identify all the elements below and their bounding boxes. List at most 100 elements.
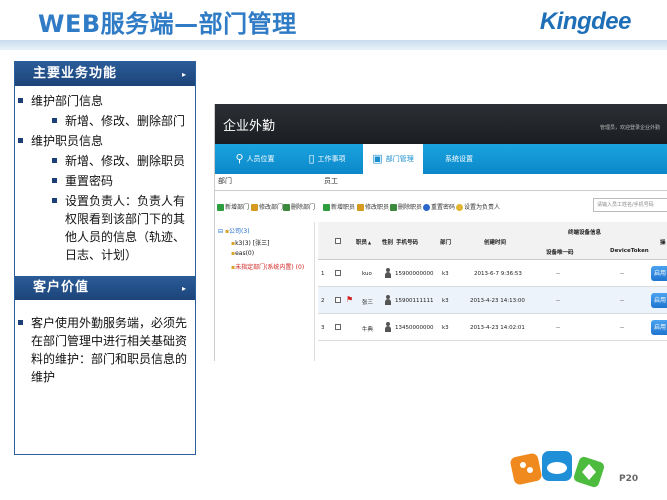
add-dept-button[interactable]: 新增部门 [217, 202, 249, 211]
plus-icon [217, 204, 224, 211]
row-index: 3 [321, 325, 325, 331]
col-device-info: 终端设备信息 [568, 230, 602, 236]
button-label: 新增职员 [331, 204, 356, 211]
row-checkbox[interactable] [335, 324, 341, 330]
button-label: 重置密码 [431, 204, 456, 211]
person-icon [385, 268, 391, 278]
delete-dept-button[interactable]: 删除部门 [283, 202, 315, 211]
select-all-checkbox[interactable] [335, 238, 341, 244]
col-device-id: 设备唯一码 [546, 250, 574, 256]
diamond-icon [573, 456, 605, 488]
triangle-right-icon: ▸ [181, 69, 187, 79]
cell-dept: k3 [442, 325, 449, 331]
cell-phone: 15900111111 [395, 298, 434, 304]
list-item: 重置密码 [15, 172, 195, 190]
table-row[interactable]: 2 ⚑ 张三 15900111111 k3 2013-4-23 14:13:00… [318, 287, 667, 314]
delete-icon [390, 204, 397, 211]
reset-password-button[interactable]: 重置密码 [423, 202, 455, 211]
button-label: 修改部门 [259, 204, 284, 211]
cell-created: 2013-4-23 14:13:00 [470, 298, 525, 304]
tab-label: 系统设置 [445, 155, 473, 163]
divider [215, 190, 667, 191]
tree-node-eas[interactable]: ▪eas(0) [231, 250, 254, 257]
button-label: 修改职员 [365, 204, 390, 211]
button-label: 删除职员 [398, 204, 423, 211]
main-features-list: 维护部门信息 新增、修改、删除部门 维护职员信息 新增、修改、删除职员 重置密码… [15, 92, 195, 266]
list-item: 新增、修改、删除部门 [15, 112, 195, 130]
list-item: 新增、修改、删除职员 [15, 152, 195, 170]
staff-search-input[interactable]: 请输入员工姓名/手机号码 [593, 198, 667, 212]
cell-device-token: -- [620, 325, 624, 331]
department-tree: ⊟ ▪公司(3) ▪k3(3) [张三] ▪eas(0) ▪未指定部门(系统内置… [215, 222, 315, 361]
button-label: 删除部门 [291, 204, 316, 211]
main-features-header: 主要业务功能 ▸ [15, 62, 195, 86]
main-features-title: 主要业务功能 [33, 66, 118, 81]
cell-device-token: -- [620, 298, 624, 304]
page-number: P20 [619, 474, 639, 484]
delete-icon [283, 204, 290, 211]
staff-panel-label: 员工 [324, 177, 338, 185]
slide-title: WEB服务端—部门管理 [38, 10, 297, 38]
tree-node-label: 公司(3) [229, 228, 250, 235]
col-dept: 部门 [440, 240, 452, 246]
triangle-right-icon: ▸ [181, 283, 187, 293]
tab-label: 部门管理 [385, 155, 414, 163]
edit-dept-button[interactable]: 修改部门 [251, 202, 283, 211]
user-info[interactable]: 管理员，欢迎登录企业外勤 [600, 124, 660, 131]
set-leader-button[interactable]: 设置为负责人 [456, 202, 500, 211]
enable-button[interactable]: 启用 [651, 320, 667, 335]
cloud-icon [542, 451, 572, 481]
tree-node-label: eas(0) [235, 250, 255, 257]
tree-node-root[interactable]: ⊟ ▪公司(3) [218, 226, 250, 235]
cell-created: 2013-4-23 14:02:01 [470, 325, 525, 331]
department-icon: ▣ [372, 152, 383, 165]
list-item: 维护部门信息 [15, 92, 195, 110]
row-checkbox[interactable] [335, 270, 341, 276]
cell-device-id: -- [556, 298, 560, 304]
document-icon: ▯ [308, 152, 315, 165]
tab-location[interactable]: ⚲ 人员位置 [223, 144, 287, 174]
tree-node-unassigned[interactable]: ▪未指定部门(系统内置) (0) [231, 262, 304, 271]
staff-table: 职员▲ 性别 手机号码 部门 创建时间 终端设备信息 设备唯一码 DeviceT… [318, 222, 667, 361]
table-row[interactable]: 3 牛典 13450000000 k3 2013-4-23 14:02:01 -… [318, 314, 667, 341]
app-topbar: 企业外勤 管理员，欢迎登录企业外勤 [215, 104, 667, 144]
kingdee-logo: Kingdee [539, 8, 632, 35]
person-icon [385, 322, 391, 332]
enable-button[interactable]: 启用 [651, 266, 667, 281]
customer-value-header: 客户价值 ▸ [15, 276, 195, 300]
customer-value-list: 客户使用外勤服务端，必须先在部门管理中进行相关基础资料的维护：部门和职员信息的维… [15, 314, 195, 388]
col-device-token: DeviceToken [610, 248, 649, 254]
add-staff-button[interactable]: 新增职员 [323, 202, 355, 211]
app-nav: ⚲ 人员位置 ▯ 工作事项 ▣ 部门管理 系统设置 [215, 144, 667, 174]
people-icon [510, 453, 542, 485]
list-item: 客户使用外勤服务端，必须先在部门管理中进行相关基础资料的维护：部门和职员信息的维… [15, 314, 195, 386]
tree-node-label: k3(3) [张三] [235, 240, 270, 247]
tree-node-k3[interactable]: ▪k3(3) [张三] [231, 238, 269, 247]
tab-work-items[interactable]: ▯ 工作事项 [295, 144, 359, 174]
tab-settings[interactable]: 系统设置 [433, 144, 485, 174]
cell-name: 牛典 [362, 327, 374, 333]
col-label: 职员 [356, 240, 368, 246]
row-checkbox[interactable] [335, 297, 341, 303]
col-name[interactable]: 职员▲ [356, 238, 371, 246]
pencil-icon [357, 204, 364, 211]
sort-asc-icon[interactable]: ▲ [368, 240, 371, 245]
enable-button[interactable]: 启用 [651, 293, 667, 308]
delete-staff-button[interactable]: 删除职员 [390, 202, 422, 211]
feature-panel: 主要业务功能 ▸ 维护部门信息 新增、修改、删除部门 维护职员信息 新增、修改、… [14, 61, 196, 455]
tab-label: 人员位置 [246, 155, 275, 163]
col-created: 创建时间 [484, 240, 507, 246]
plus-icon [323, 204, 330, 211]
edit-staff-button[interactable]: 修改职员 [357, 202, 389, 211]
tree-node-label: 未指定部门(系统内置) (0) [235, 264, 305, 271]
tab-label: 工作事项 [317, 155, 346, 163]
cell-dept: k3 [442, 298, 449, 304]
tab-department[interactable]: ▣ 部门管理 [363, 144, 423, 174]
app-name: 企业外勤 [223, 119, 276, 134]
location-pin-icon: ⚲ [235, 152, 244, 165]
collapse-icon[interactable]: ⊟ [218, 228, 223, 235]
person-icon [385, 295, 391, 305]
table-row[interactable]: 1 kuo 15900000000 k3 2013-6-7 9:36:53 --… [318, 260, 667, 287]
table-header: 职员▲ 性别 手机号码 部门 创建时间 终端设备信息 设备唯一码 DeviceT… [318, 222, 667, 260]
cell-phone: 13450000000 [395, 325, 434, 331]
